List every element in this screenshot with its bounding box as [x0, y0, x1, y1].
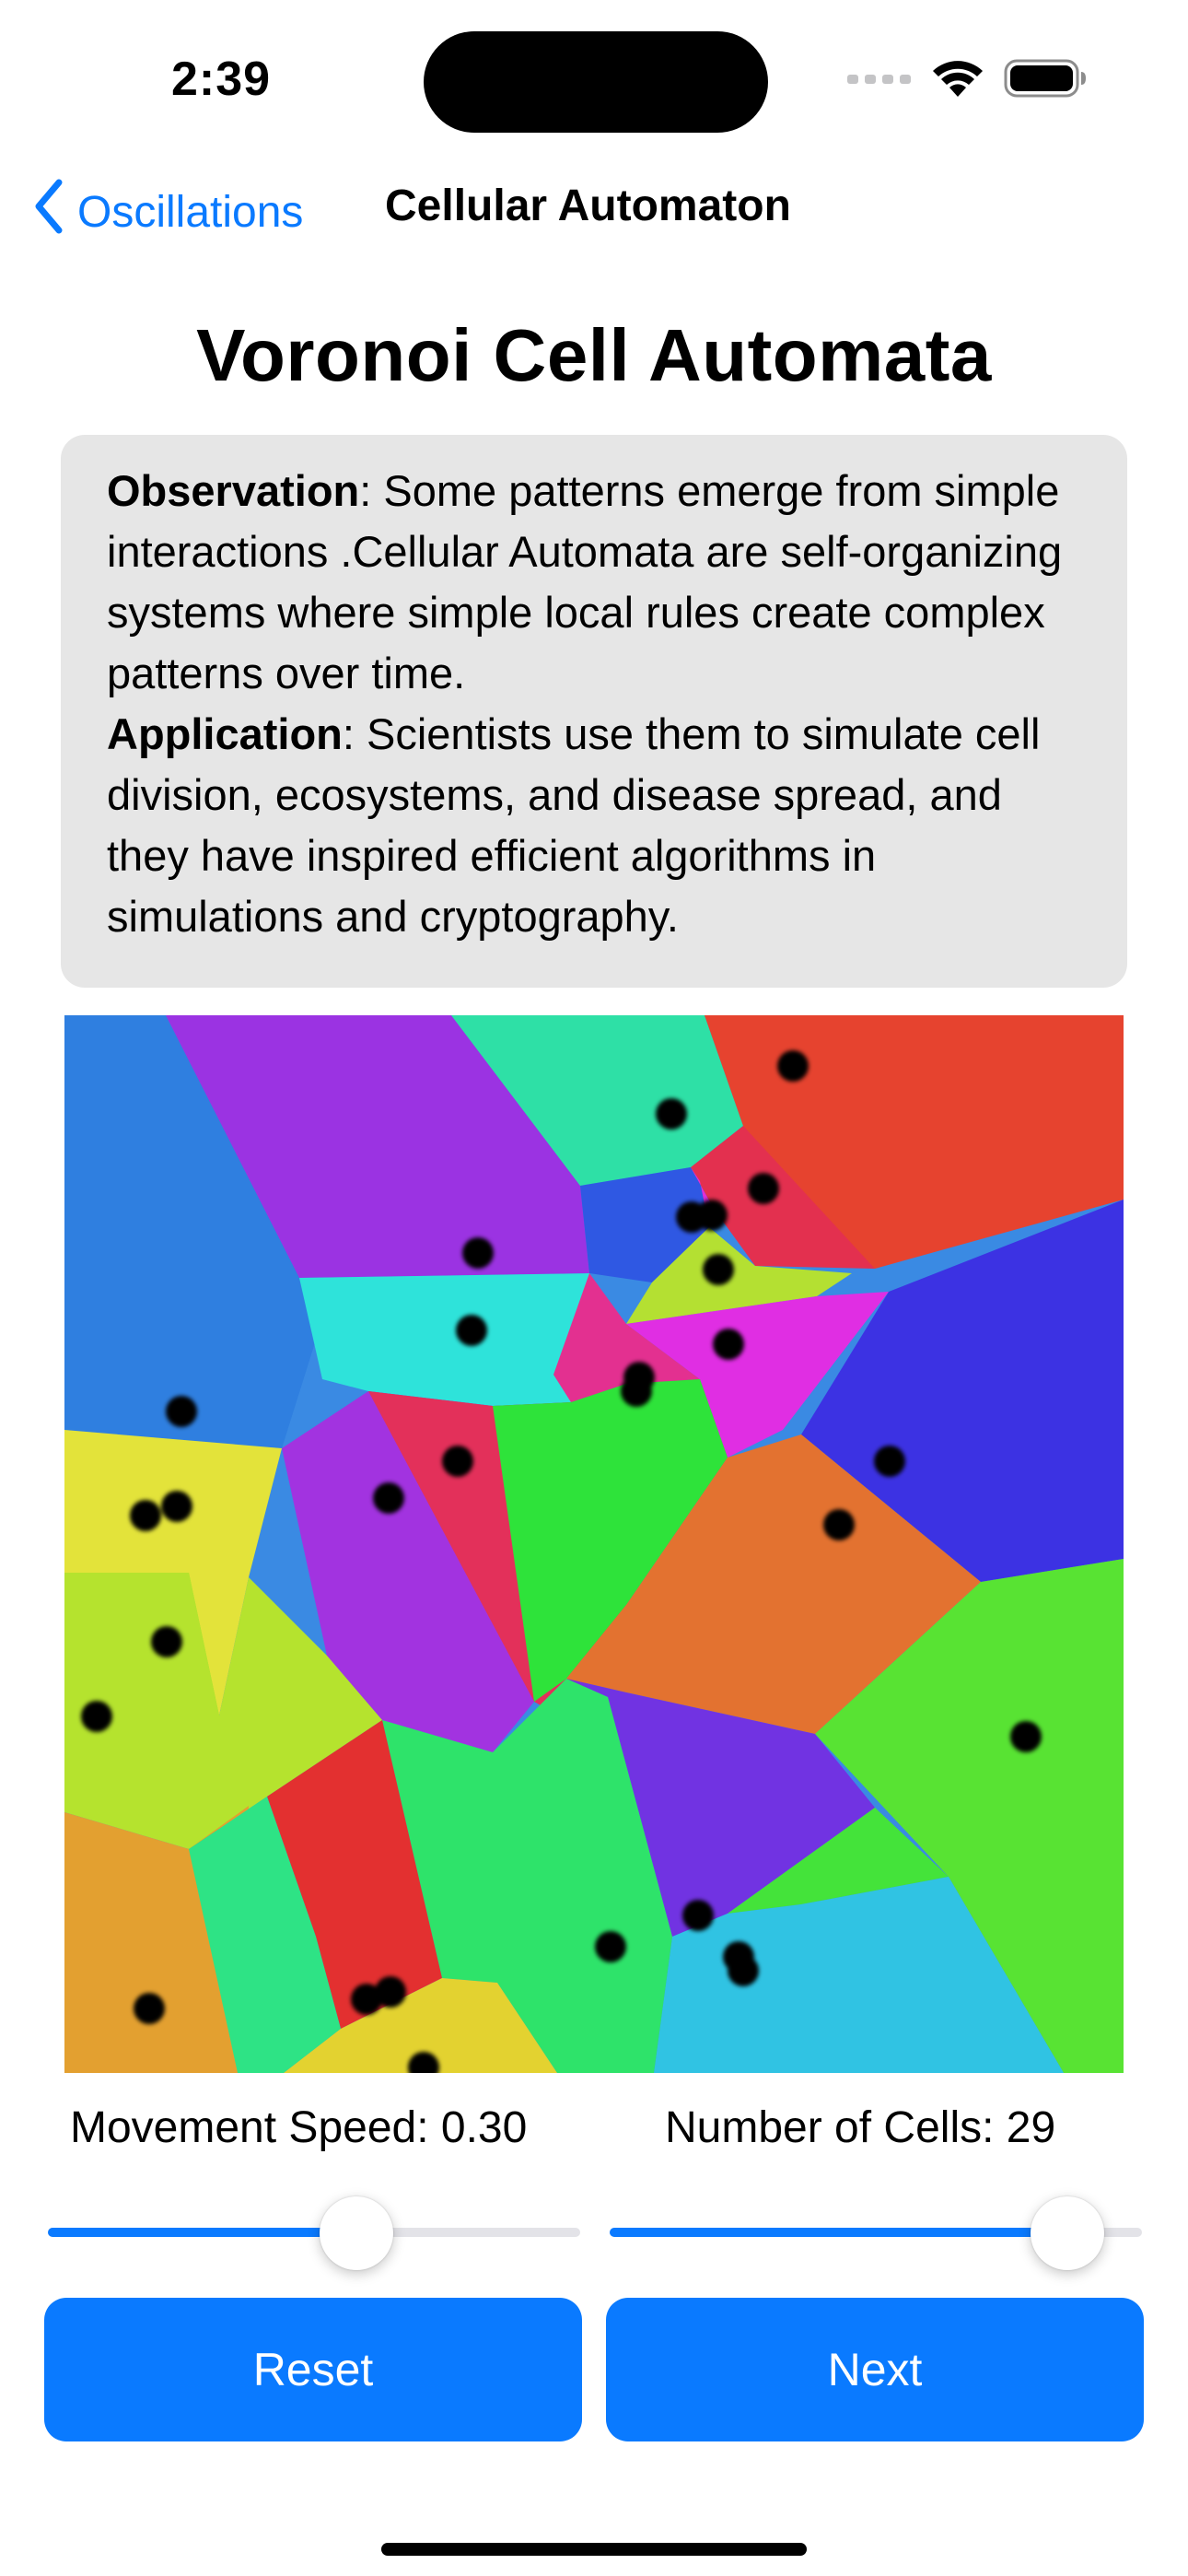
cellular-signal-icon	[847, 69, 912, 92]
next-button[interactable]: Next	[606, 2298, 1144, 2441]
navigation-bar: Oscillations Cellular Automaton	[0, 175, 1188, 249]
cells-slider-thumb[interactable]	[1031, 2196, 1105, 2270]
page-title: Voronoi Cell Automata	[196, 314, 992, 396]
back-button[interactable]: Oscillations	[33, 179, 303, 245]
status-icons	[847, 57, 1087, 103]
cell-point	[713, 1329, 744, 1360]
speed-slider-thumb[interactable]	[320, 2196, 394, 2270]
speed-slider-fill	[48, 2228, 357, 2237]
cell-point	[462, 1237, 494, 1269]
status-time: 2:39	[171, 53, 272, 106]
cell-point	[81, 1701, 112, 1732]
application-label: Application	[107, 709, 343, 758]
cell-point	[151, 1626, 182, 1657]
cell-point	[130, 1500, 161, 1531]
cell-point	[1010, 1721, 1042, 1752]
observation-paragraph: Observation: Some patterns emerge from s…	[107, 461, 1090, 704]
voronoi-diagram	[64, 1015, 1124, 2083]
cell-point	[728, 1955, 759, 1986]
back-button-label: Oscillations	[77, 187, 304, 237]
home-indicator	[381, 2543, 807, 2556]
cell-point	[456, 1315, 487, 1346]
cell-point	[777, 1050, 809, 1082]
cell-point	[676, 1201, 707, 1233]
speed-label: Movement Speed: 0.30	[70, 2103, 528, 2152]
nav-title: Cellular Automaton	[385, 181, 791, 230]
cell-point	[656, 1098, 687, 1130]
cells-slider-fill	[610, 2228, 1068, 2237]
cell-point	[161, 1491, 192, 1522]
reset-button[interactable]: Reset	[44, 2298, 582, 2441]
battery-icon	[1004, 58, 1087, 103]
cell-point	[703, 1254, 734, 1285]
cell-point	[595, 1931, 626, 1962]
cell-point	[442, 1446, 473, 1477]
cells-label: Number of Cells: 29	[665, 2103, 1056, 2152]
cell-point	[823, 1509, 855, 1540]
cell-point	[621, 1376, 652, 1407]
dynamic-island	[424, 31, 768, 133]
speed-slider[interactable]	[48, 2196, 580, 2270]
cell-point	[373, 1482, 404, 1514]
info-card: Observation: Some patterns emerge from s…	[61, 435, 1127, 988]
cell-point	[351, 1984, 382, 2015]
cell-point	[874, 1446, 905, 1477]
cell-point	[166, 1396, 197, 1427]
chevron-left-icon	[33, 179, 64, 245]
cell-point	[682, 1900, 714, 1931]
observation-label: Observation	[107, 466, 360, 515]
application-paragraph: Application: Scientists use them to simu…	[107, 704, 1090, 947]
cells-slider[interactable]	[610, 2196, 1142, 2270]
voronoi-canvas[interactable]	[64, 1015, 1124, 2083]
cell-point	[134, 1993, 165, 2024]
cell-point	[748, 1173, 779, 1204]
wifi-icon	[930, 58, 985, 103]
